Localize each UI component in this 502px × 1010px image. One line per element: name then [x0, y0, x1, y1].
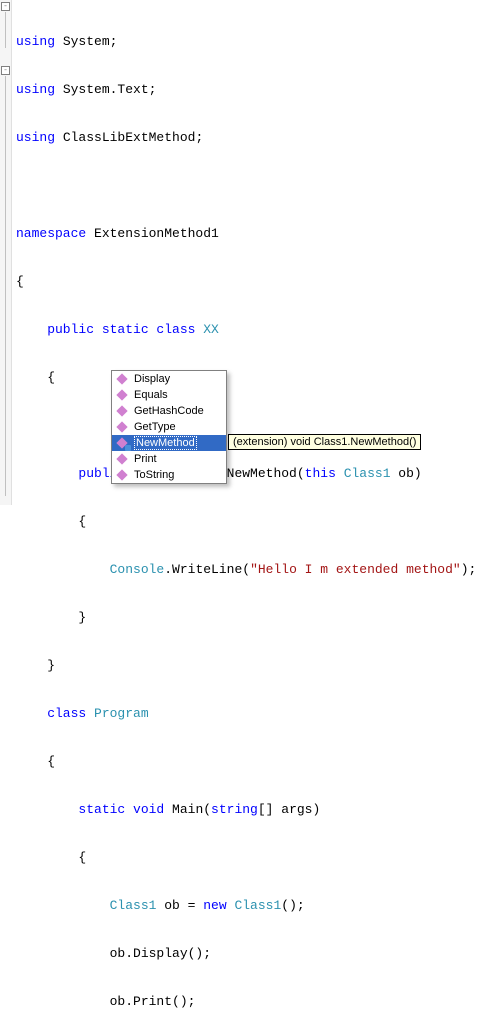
fold-toggle-usings[interactable]: -	[1, 2, 10, 11]
intellisense-item-gettype[interactable]: GetType	[112, 419, 226, 435]
intellisense-item-gethashcode[interactable]: GetHashCode	[112, 403, 226, 419]
intellisense-label: ToString	[134, 469, 174, 481]
intellisense-tooltip: (extension) void Class1.NewMethod()	[228, 434, 421, 450]
intellisense-label: Equals	[134, 389, 168, 401]
intellisense-item-print[interactable]: Print	[112, 451, 226, 467]
method-icon	[116, 452, 130, 466]
method-icon	[116, 388, 130, 402]
extension-method-icon	[116, 436, 130, 450]
intellisense-item-newmethod[interactable]: NewMethod	[112, 435, 226, 451]
intellisense-label: NewMethod	[134, 436, 197, 450]
intellisense-label: GetType	[134, 421, 176, 433]
intellisense-item-tostring[interactable]: ToString	[112, 467, 226, 483]
intellisense-label: Print	[134, 453, 157, 465]
intellisense-popup[interactable]: Display Equals GetHashCode GetType NewMe…	[111, 370, 227, 484]
code-area[interactable]: using System; using System.Text; using C…	[12, 0, 502, 505]
code-editor: - - using System; using System.Text; usi…	[0, 0, 502, 505]
outline-gutter: - -	[0, 0, 12, 505]
method-icon	[116, 404, 130, 418]
method-icon	[116, 468, 130, 482]
intellisense-item-display[interactable]: Display	[112, 371, 226, 387]
method-icon	[116, 372, 130, 386]
intellisense-item-equals[interactable]: Equals	[112, 387, 226, 403]
intellisense-label: Display	[134, 373, 170, 385]
fold-toggle-namespace[interactable]: -	[1, 66, 10, 75]
intellisense-label: GetHashCode	[134, 405, 204, 417]
tooltip-text: (extension) void Class1.NewMethod()	[233, 436, 416, 448]
method-icon	[116, 420, 130, 434]
